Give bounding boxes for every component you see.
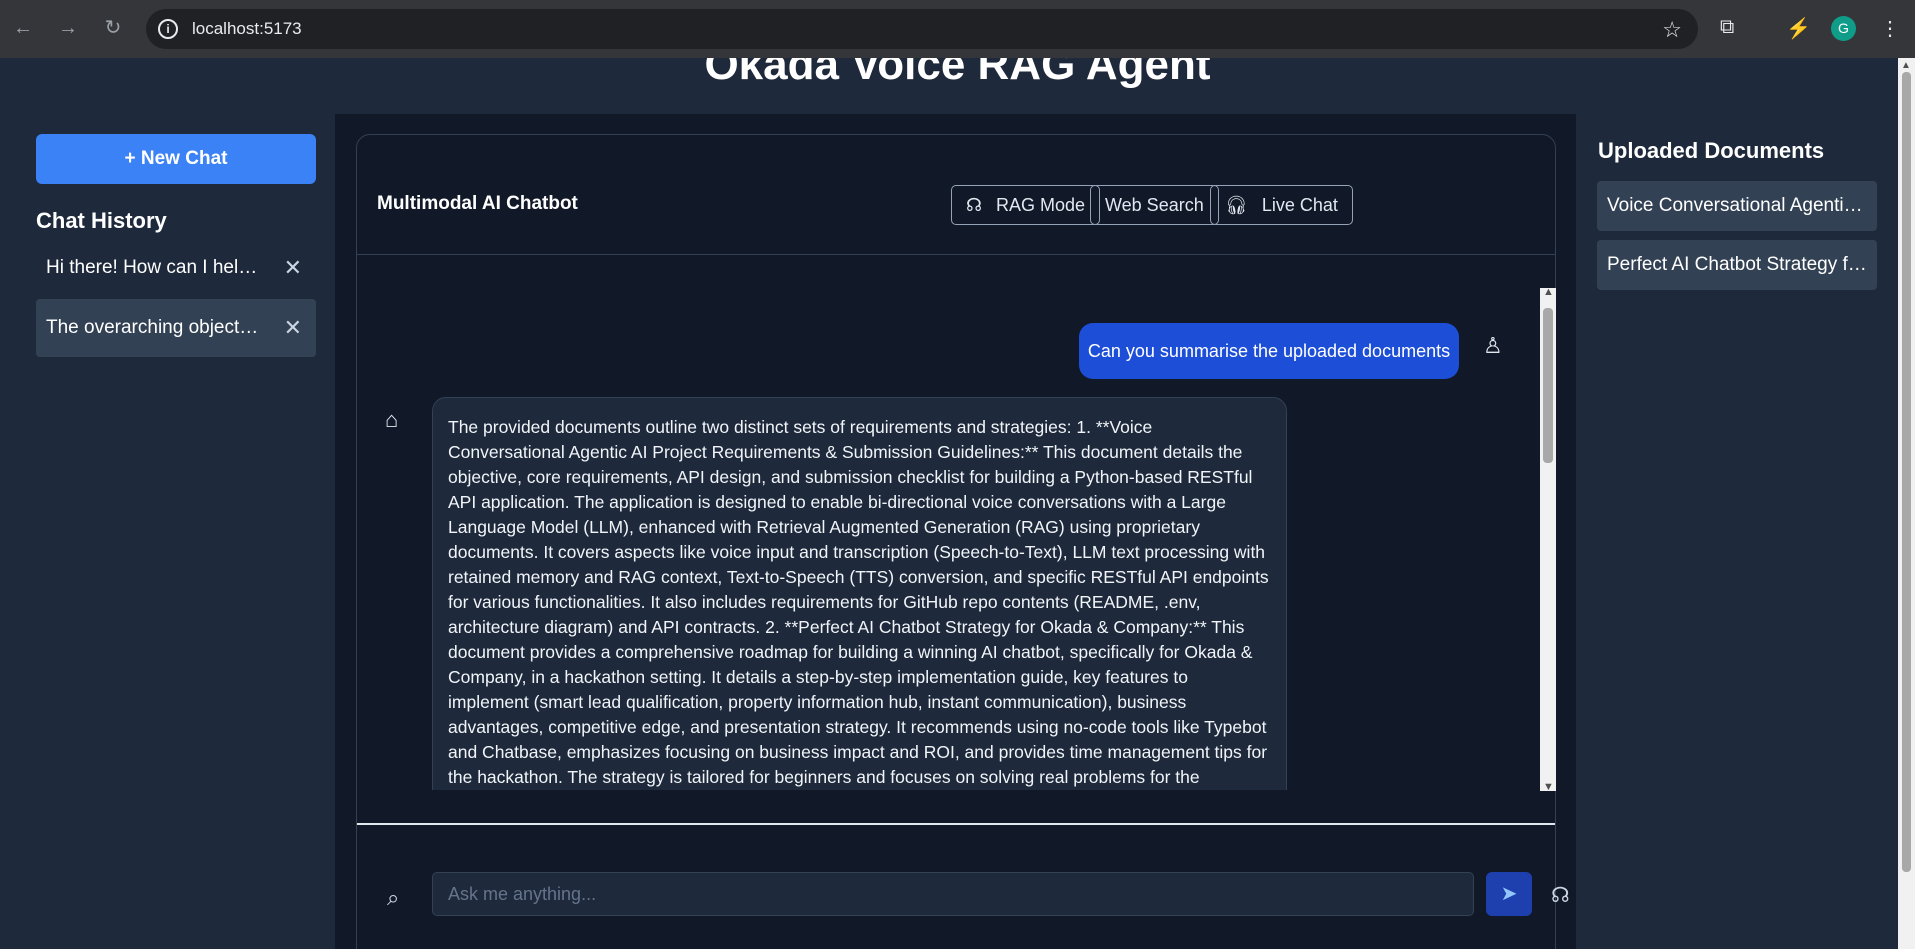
ear-icon: ☊ (966, 195, 982, 215)
app-page: Okada Voice RAG Agent + New Chat Chat Hi… (0, 58, 1898, 949)
chat-panel: Multimodal AI Chatbot ☊ RAG Mode Web Sear… (335, 114, 1576, 949)
history-item-label: Hi there! How can I help you today? (46, 257, 261, 278)
rag-mode-button[interactable]: ☊ RAG Mode (951, 185, 1101, 225)
scroll-up-arrow-icon[interactable]: ▲ (1543, 286, 1554, 298)
reload-icon[interactable]: ↻ (99, 14, 127, 42)
bot-message: The provided documents outline two disti… (432, 397, 1287, 790)
documents-sidebar: Uploaded Documents Voice Conversational … (1576, 114, 1898, 949)
voice-input-icon[interactable]: ☊ (1551, 883, 1570, 908)
chat-card: Multimodal AI Chatbot ☊ RAG Mode Web Sear… (356, 134, 1570, 949)
chat-history-sidebar: + New Chat Chat History Hi there! How ca… (0, 114, 335, 949)
bot-icon: ⌂ (385, 407, 399, 432)
user-message: Can you summarise the uploaded documents (1079, 323, 1459, 379)
page-scrollbar[interactable]: ▲ (1898, 58, 1915, 949)
user-icon: ♙ (1483, 333, 1503, 358)
chat-header: Multimodal AI Chatbot ☊ RAG Mode Web Sear… (357, 135, 1555, 255)
message-input[interactable] (432, 872, 1474, 916)
url-text: localhost:5173 (192, 19, 302, 38)
address-bar[interactable]: i localhost:5173 ☆ (146, 9, 1698, 49)
rag-mode-label: RAG Mode (996, 195, 1086, 215)
extensions-icon[interactable]: ⚡ (1786, 16, 1811, 41)
scroll-up-arrow-icon[interactable]: ▲ (1901, 60, 1911, 71)
close-icon[interactable]: ✕ (284, 239, 302, 297)
chat-history-title: Chat History (36, 208, 167, 233)
send-button[interactable]: ➤ (1486, 872, 1532, 916)
browser-toolbar: ← → ↻ i localhost:5173 ☆ ⧉ ⚡ G ⋮ (0, 0, 1915, 58)
history-item[interactable]: Hi there! How can I help you today? ✕ (36, 239, 316, 297)
back-arrow-icon[interactable]: ← (9, 14, 37, 42)
paperclip-icon[interactable]: ⌕ (387, 885, 399, 911)
forward-arrow-icon[interactable]: → (54, 14, 82, 42)
close-icon[interactable]: ✕ (284, 299, 302, 357)
tab-search-icon[interactable]: ⧉ (1720, 16, 1734, 39)
scrollbar-thumb[interactable] (1902, 72, 1911, 872)
message-scrollbar[interactable]: ▲ ▼ (1540, 286, 1556, 793)
chat-title: Multimodal AI Chatbot (377, 193, 578, 214)
site-info-icon[interactable]: i (158, 19, 178, 39)
history-item-active[interactable]: The overarching objective of the project… (36, 299, 316, 357)
app-title: Okada Voice RAG Agent (704, 58, 1211, 89)
profile-avatar[interactable]: G (1831, 16, 1856, 41)
bookmark-star-icon[interactable]: ☆ (1662, 17, 1682, 43)
web-search-label: Web Search (1105, 195, 1204, 215)
browser-menu-icon[interactable]: ⋮ (1880, 16, 1900, 41)
document-item[interactable]: Perfect AI Chatbot Strategy for Okada & … (1597, 240, 1877, 290)
web-search-button[interactable]: Web Search (1090, 185, 1219, 225)
input-divider (357, 823, 1555, 825)
scroll-down-arrow-icon[interactable]: ▼ (1543, 781, 1554, 793)
document-item[interactable]: Voice Conversational Agentic AI Project … (1597, 181, 1877, 231)
documents-title: Uploaded Documents (1598, 138, 1825, 163)
history-item-label: The overarching objective of the project (46, 317, 261, 338)
message-list[interactable]: Can you summarise the uploaded documents… (357, 285, 1555, 790)
live-chat-label: Live Chat (1261, 195, 1338, 215)
scrollbar-thumb[interactable] (1543, 308, 1553, 463)
live-chat-button[interactable]: 🎧︎ Live Chat (1210, 185, 1353, 225)
new-chat-button[interactable]: + New Chat (36, 134, 316, 184)
send-icon: ➤ (1500, 883, 1518, 905)
headphones-icon: 🎧︎ (1225, 195, 1248, 215)
